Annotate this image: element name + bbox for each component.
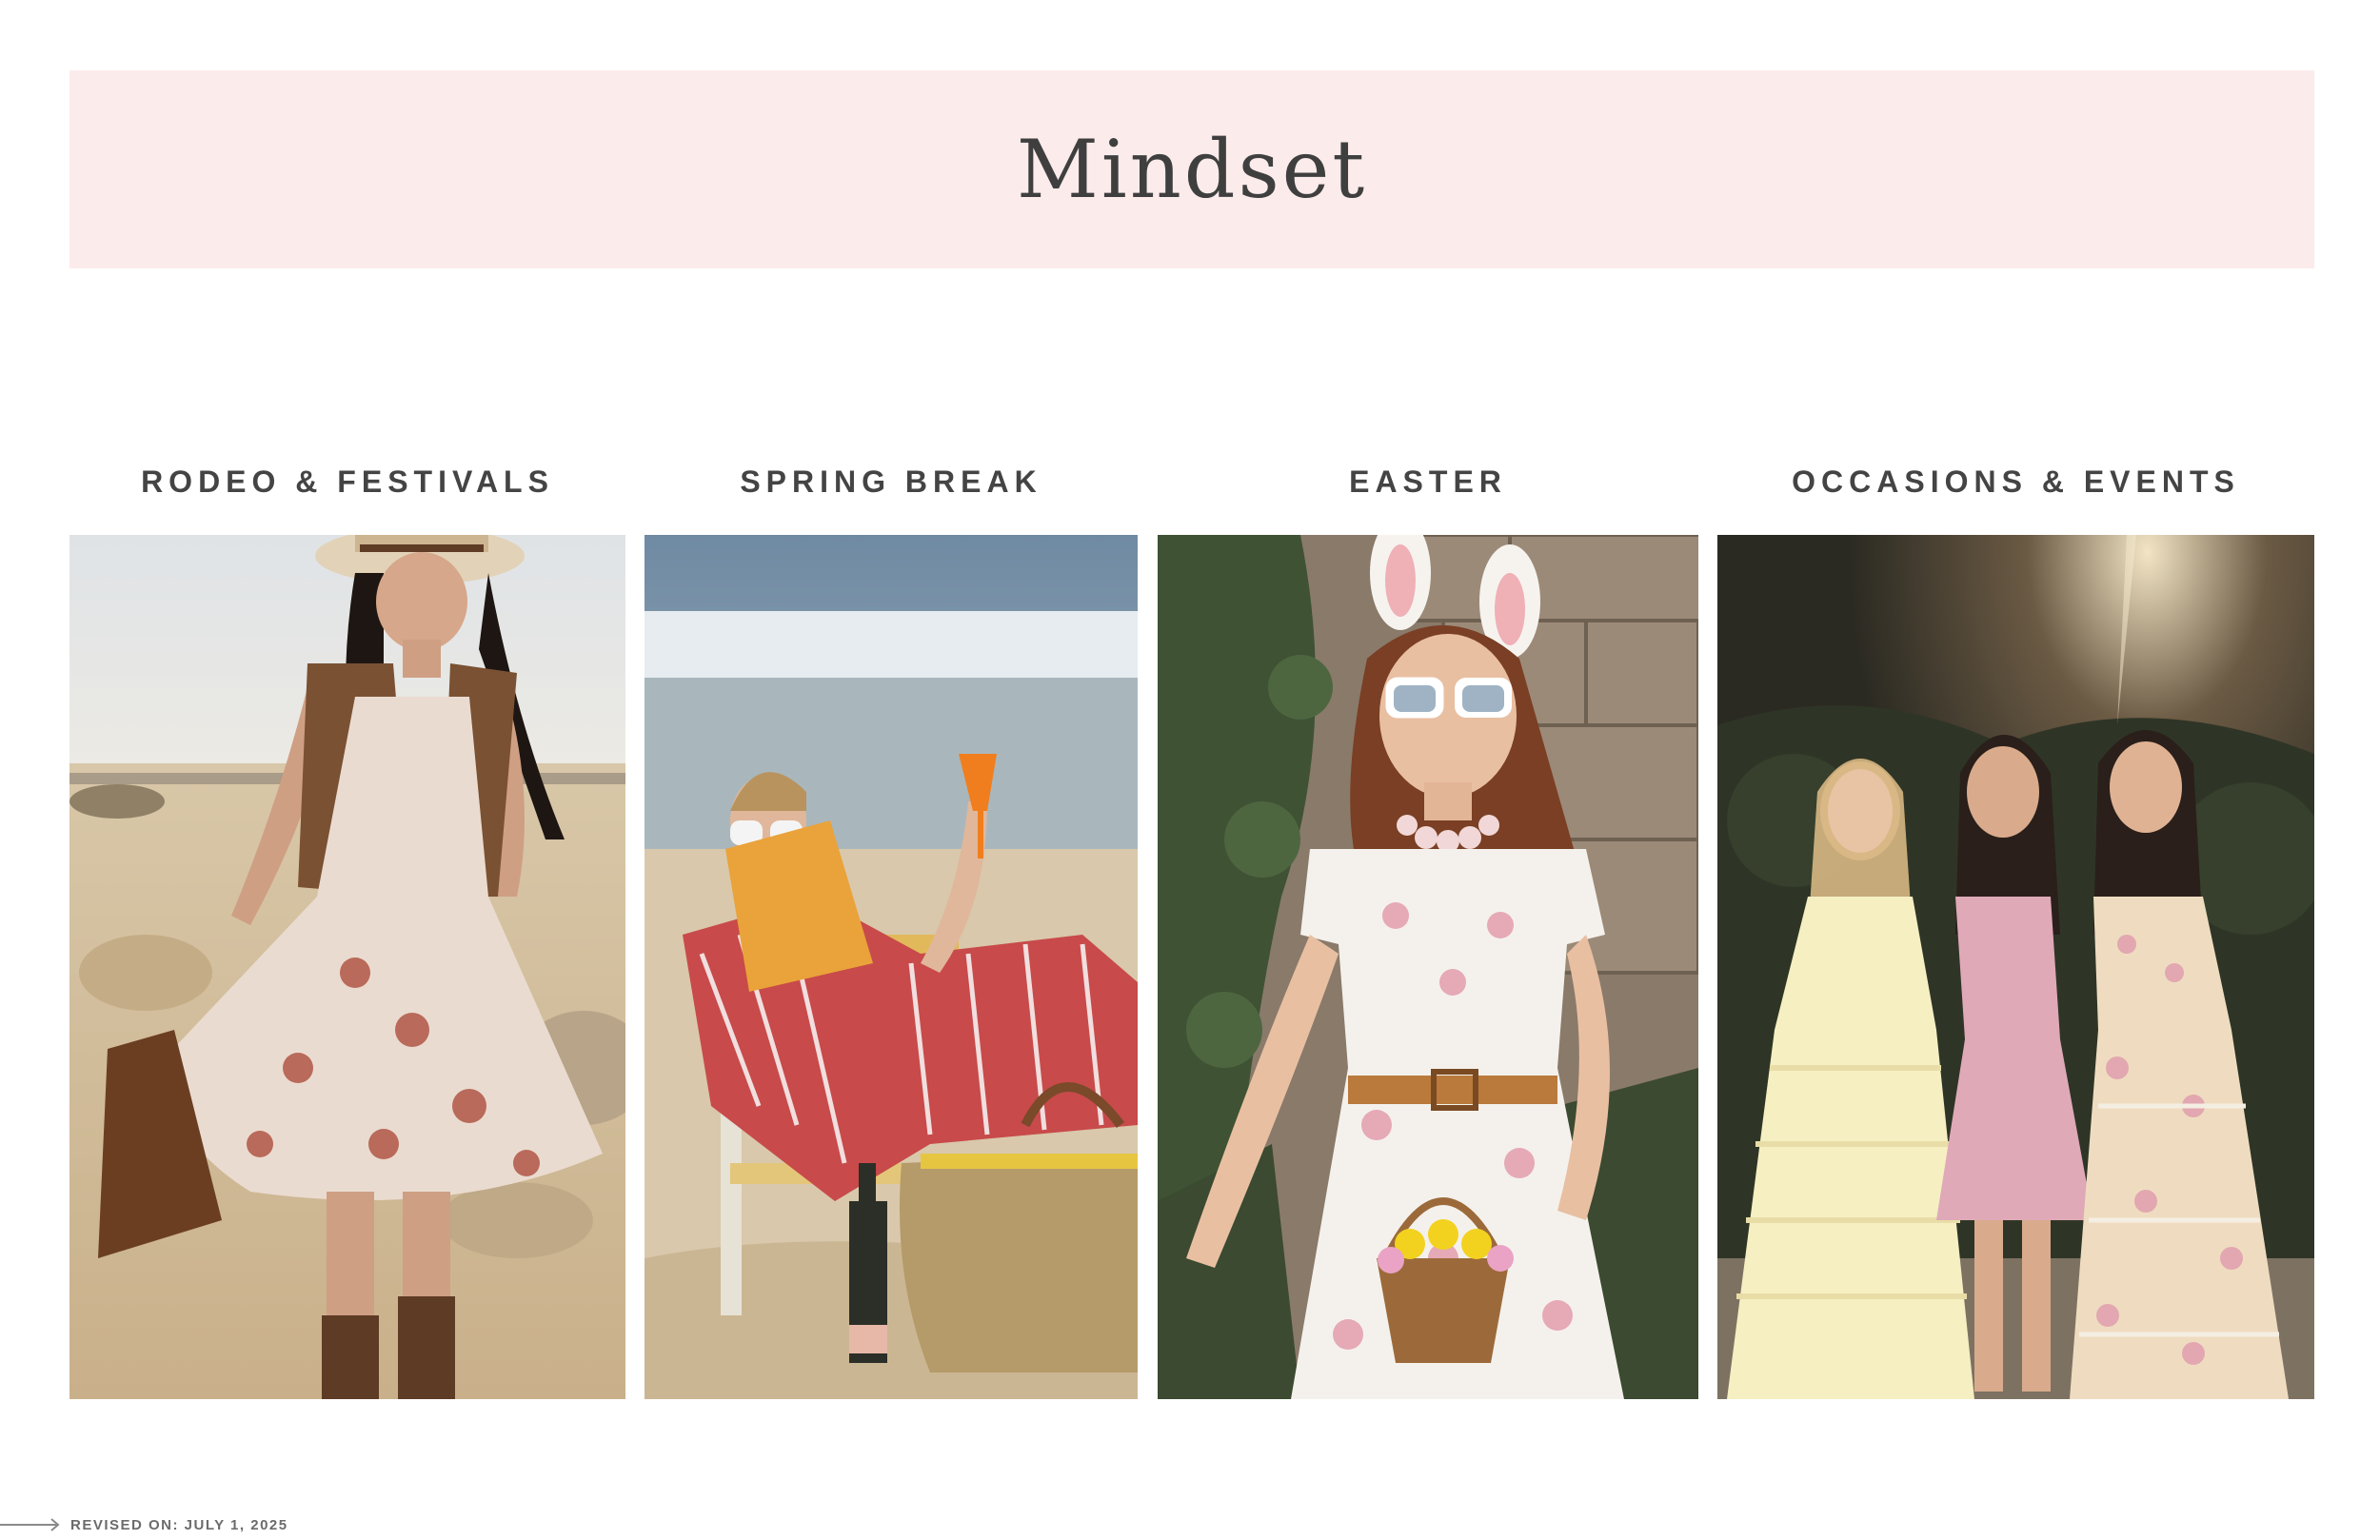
title-banner: Mindset <box>69 70 2314 268</box>
revision-footer: REVISED ON: JULY 1, 2025 <box>0 1513 288 1536</box>
category-heading-easter: EASTER <box>1349 464 1507 499</box>
rodeo-festival-outfit-photo <box>69 535 625 1399</box>
page-title: Mindset <box>1016 123 1368 216</box>
category-heading-occasions-events: OCCASIONS & EVENTS <box>1792 464 2240 499</box>
easter-bunny-ears-photo <box>1158 535 1698 1399</box>
occasions-events-dresses-photo <box>1717 535 2314 1399</box>
revised-date: REVISED ON: JULY 1, 2025 <box>70 1516 288 1533</box>
spring-break-beach-photo <box>645 535 1138 1399</box>
category-heading-spring-break: SPRING BREAK <box>740 464 1042 499</box>
category-heading-rodeo-festivals: RODEO & FESTIVALS <box>141 464 554 499</box>
arrow-right-icon <box>0 1518 60 1531</box>
